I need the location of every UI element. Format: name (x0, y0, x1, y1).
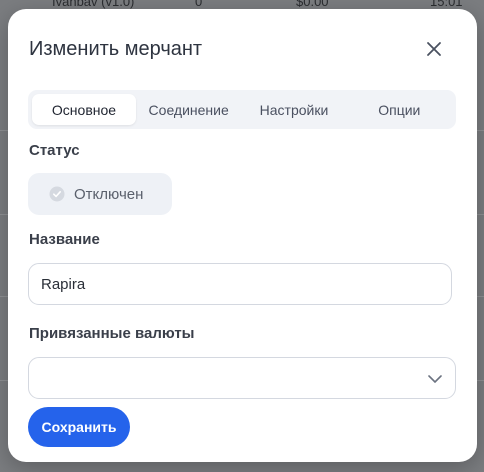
background-cell: 15:01 (430, 0, 463, 9)
tab-main[interactable]: Основное (32, 94, 136, 125)
background-cell: Ivanbav (v1.0) (52, 0, 135, 9)
dialog-title: Изменить мерчант (29, 38, 203, 60)
tab-options[interactable]: Опции (347, 94, 452, 125)
name-input-value: Rapira (41, 275, 86, 293)
check-circle-icon (49, 186, 65, 202)
status-value: Отключен (74, 185, 144, 203)
status-label: Статус (29, 142, 80, 159)
tab-bar: Основное Соединение Настройки Опции (28, 90, 456, 129)
currencies-select[interactable] (28, 357, 456, 399)
chevron-down-icon (428, 375, 442, 383)
currencies-label: Привязанные валюты (29, 325, 195, 342)
close-button[interactable] (422, 37, 446, 61)
save-button[interactable]: Сохранить (28, 407, 130, 447)
background-cell: $0.00 (296, 0, 329, 9)
edit-merchant-dialog: Изменить мерчант Основное Соединение Нас… (8, 9, 477, 462)
name-input[interactable]: Rapira (28, 263, 452, 305)
name-label: Название (29, 231, 100, 248)
status-toggle[interactable]: Отключен (28, 173, 172, 215)
close-icon (427, 42, 441, 56)
background-cell: 0 (195, 0, 203, 9)
tab-settings[interactable]: Настройки (241, 94, 346, 125)
tab-connection[interactable]: Соединение (136, 94, 241, 125)
